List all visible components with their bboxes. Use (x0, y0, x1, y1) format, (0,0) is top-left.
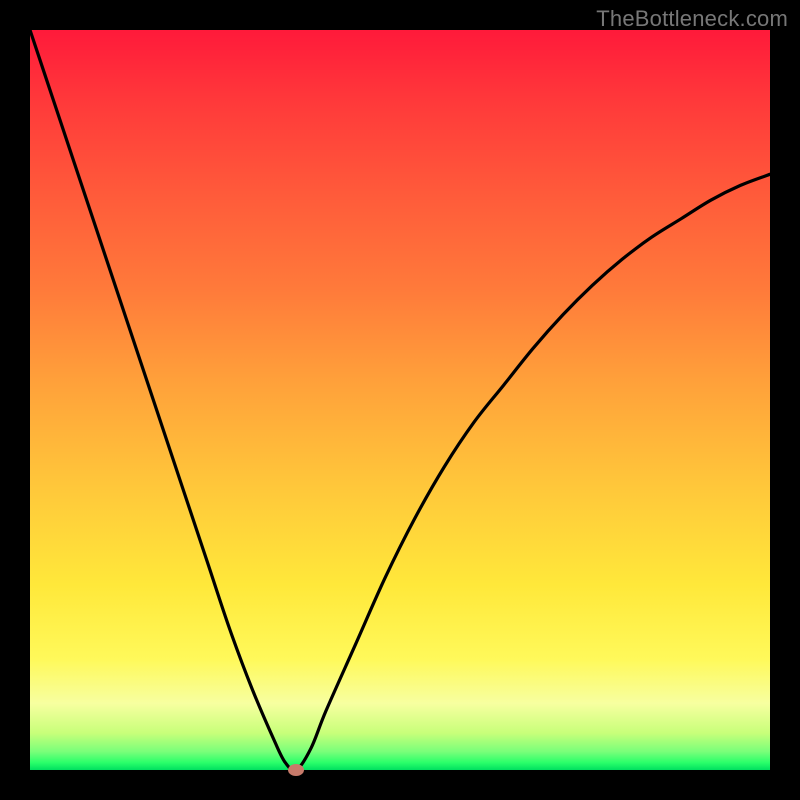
bottleneck-curve (30, 30, 770, 770)
plot-area (30, 30, 770, 770)
curve-svg (30, 30, 770, 770)
minimum-marker-dot (288, 764, 304, 776)
chart-container: TheBottleneck.com (0, 0, 800, 800)
watermark-text: TheBottleneck.com (596, 6, 788, 32)
